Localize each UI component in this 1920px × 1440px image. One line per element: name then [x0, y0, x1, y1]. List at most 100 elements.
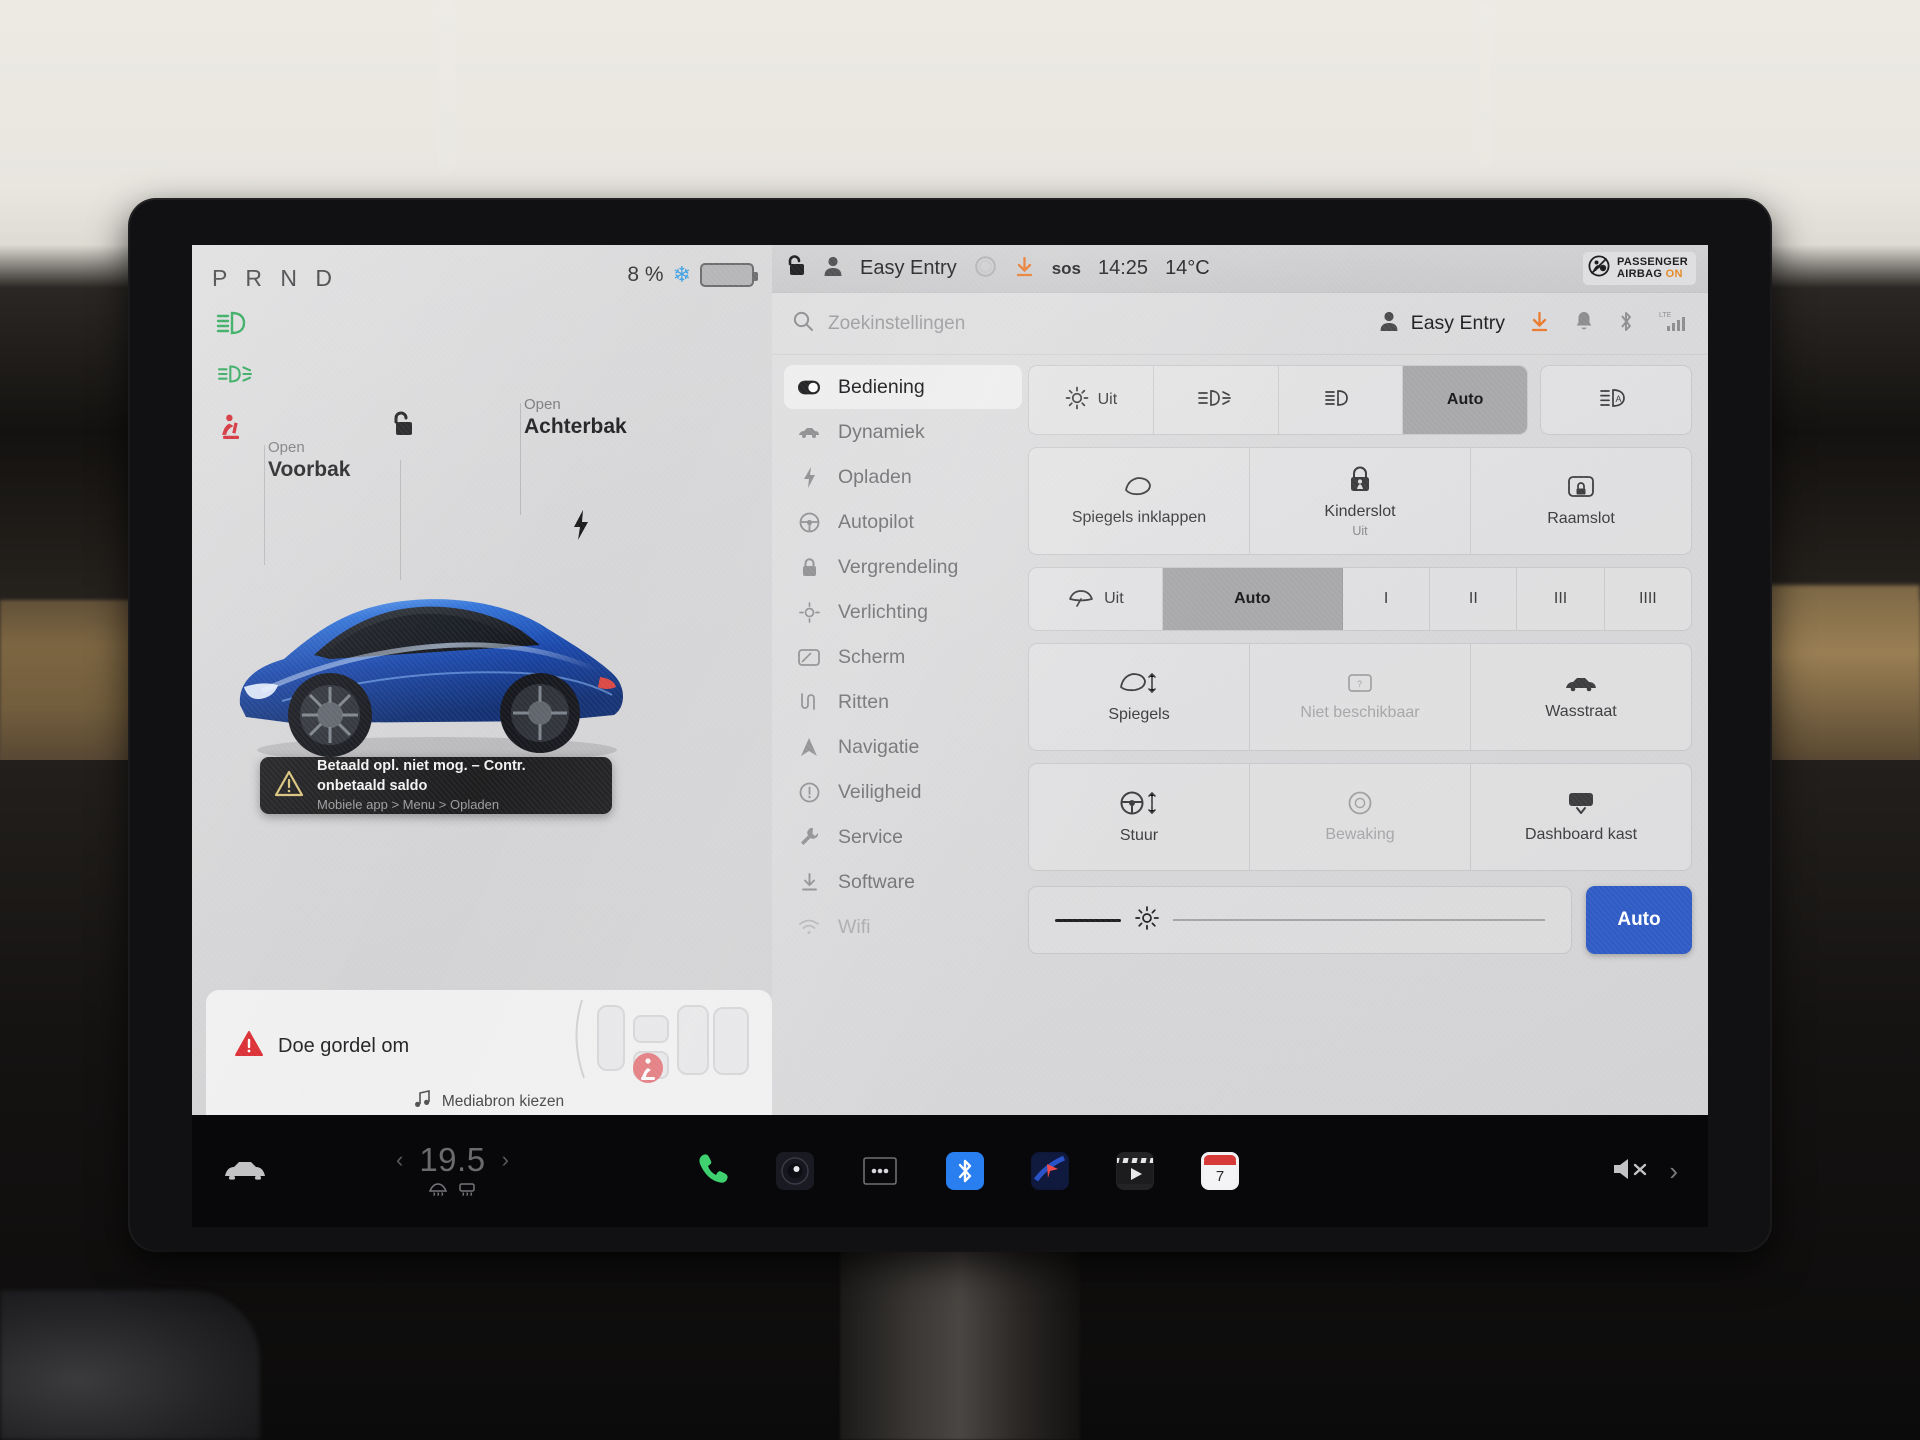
calendar-app-icon[interactable]: 7 — [1201, 1152, 1240, 1190]
settings-menu[interactable]: Bediening Dynamiek Opladen Autopilot Ver… — [772, 355, 1022, 1115]
media-player-icon[interactable] — [1116, 1152, 1155, 1190]
bell-icon[interactable] — [1574, 310, 1594, 337]
menu-item-veiligheid[interactable]: Veiligheid — [784, 770, 1022, 814]
lights-off-button[interactable]: Uit — [1029, 366, 1154, 434]
unlocked-padlock-icon[interactable] — [784, 253, 806, 284]
search-row-profile-name[interactable]: Easy Entry — [1411, 312, 1505, 335]
svg-text:LTE: LTE — [1659, 312, 1672, 319]
mirror-adjust-tile[interactable]: Spiegels — [1029, 644, 1250, 750]
trunk-leader-line — [520, 403, 521, 515]
parking-lights-button[interactable] — [1154, 366, 1279, 434]
software-download-icon[interactable] — [1014, 255, 1035, 283]
window-lock-tile[interactable]: Raamslot — [1471, 448, 1691, 554]
dock-app-row[interactable]: 7 — [695, 1152, 1240, 1191]
auto-high-beam-button[interactable]: A — [1540, 365, 1692, 435]
charging-warning-toast[interactable]: Betaald opl. niet mog. – Contr. onbetaal… — [260, 757, 612, 814]
trunk-hotspot-main: Achterbak — [524, 414, 627, 438]
frunk-hotspot-label[interactable]: Open Voorbak — [268, 439, 350, 483]
steering-sentry-glovebox-group[interactable]: Stuur Bewaking Dashboard kast — [1028, 763, 1692, 871]
auto-high-beam-cell[interactable]: A — [1541, 366, 1691, 434]
rear-defrost-icon[interactable] — [457, 1181, 477, 1201]
menu-label: Opladen — [838, 465, 912, 488]
chevron-right-icon[interactable]: › — [502, 1147, 509, 1173]
wipers-speed-1-button[interactable]: I — [1343, 568, 1431, 630]
wipers-speed-2-button[interactable]: II — [1430, 568, 1518, 630]
lights-auto-button[interactable]: Auto — [1403, 366, 1527, 434]
menu-item-service[interactable]: Service — [784, 815, 1022, 859]
glovebox-tile[interactable]: Dashboard kast — [1471, 764, 1691, 870]
low-beam-button[interactable] — [1279, 366, 1404, 434]
sun-off-icon — [1065, 386, 1089, 415]
volume-controls[interactable]: › — [1611, 1155, 1678, 1188]
front-defrost-icon[interactable] — [428, 1181, 448, 1201]
wipers-speed-4-button[interactable]: IIII — [1605, 568, 1691, 630]
tesla-touchscreen[interactable]: P R N D 8 % ❄ Open Voorbak Open Achterba… — [192, 245, 1708, 1115]
wiper-mode-group[interactable]: Uit Auto I II III IIII — [1028, 567, 1692, 631]
camera-lens-icon[interactable] — [776, 1152, 815, 1190]
menu-label: Autopilot — [838, 510, 914, 533]
brightness-auto-button[interactable]: Auto — [1586, 886, 1692, 954]
car-wash-tile[interactable]: Wasstraat — [1471, 644, 1691, 750]
menu-item-navigatie[interactable]: Navigatie — [784, 725, 1022, 769]
seatbelt-warning-card[interactable]: Doe gordel om Mediabron kiezen — [206, 990, 772, 1115]
unavailable-label: Niet beschikbaar — [1300, 704, 1420, 721]
more-apps-icon[interactable] — [861, 1152, 899, 1190]
menu-item-bediening[interactable]: Bediening — [784, 365, 1022, 409]
lte-signal-icon[interactable]: LTE — [1658, 309, 1688, 338]
menu-item-opladen[interactable]: Opladen — [784, 455, 1022, 499]
trunk-hotspot-label[interactable]: Open Achterbak — [524, 396, 627, 440]
climate-temperature[interactable]: ‹ 19.5 › — [396, 1141, 509, 1201]
brightness-slider[interactable] — [1028, 886, 1572, 954]
mirrors-locks-group[interactable]: Spiegels inklappen Kinderslot Uit Raamsl… — [1028, 447, 1692, 555]
svg-text:?: ? — [1357, 679, 1362, 689]
search-input[interactable]: Zoekinstellingen — [828, 313, 965, 335]
seatbelt-indicator-icon — [214, 411, 256, 443]
navigation-app-icon[interactable] — [1031, 1152, 1070, 1190]
screen-mount-stalk — [840, 1240, 1080, 1440]
wrench-icon — [798, 827, 820, 847]
battery-status[interactable]: 8 % ❄ — [627, 263, 758, 287]
phone-icon[interactable] — [695, 1152, 729, 1191]
menu-item-software[interactable]: Software — [784, 860, 1022, 904]
menu-item-vergrendeling[interactable]: Vergrendeling — [784, 545, 1022, 589]
steering-adjust-tile[interactable]: Stuur — [1029, 764, 1250, 870]
unlocked-padlock-icon[interactable] — [388, 409, 414, 446]
person-icon[interactable] — [1379, 310, 1399, 337]
top-bar-profile-name[interactable]: Easy Entry — [860, 257, 957, 280]
volume-chevron-right-icon[interactable]: › — [1669, 1156, 1678, 1187]
wipers-speed-4-label: IIII — [1638, 590, 1657, 607]
menu-item-autopilot[interactable]: Autopilot — [784, 500, 1022, 544]
menu-label: Service — [838, 825, 904, 848]
car-front-icon[interactable] — [222, 1154, 268, 1189]
bluetooth-icon[interactable] — [1618, 310, 1634, 338]
menu-item-wifi[interactable]: Wifi — [784, 905, 1022, 949]
airbag-status: ON — [1665, 267, 1683, 280]
menu-item-verlichting[interactable]: Verlichting — [784, 590, 1022, 634]
person-icon[interactable] — [823, 255, 843, 282]
menu-item-scherm[interactable]: Scherm — [784, 635, 1022, 679]
svg-text:A: A — [1616, 394, 1622, 404]
mirrors-carwash-group[interactable]: Spiegels ? Niet beschikbaar Wasstraat — [1028, 643, 1692, 751]
search-icon[interactable] — [792, 310, 814, 337]
brightness-sun-icon[interactable] — [1134, 905, 1160, 936]
volume-mute-icon[interactable] — [1611, 1155, 1651, 1188]
brightness-remaining-track[interactable] — [1173, 919, 1545, 921]
fold-mirrors-tile[interactable]: Spiegels inklappen — [1029, 448, 1250, 554]
airbag-line2: AIRBAG — [1617, 267, 1663, 280]
child-lock-tile[interactable]: Kinderslot Uit — [1250, 448, 1471, 554]
headlight-mode-group[interactable]: Uit Auto — [1028, 365, 1528, 435]
wipers-speed-3-button[interactable]: III — [1517, 568, 1605, 630]
media-source-bar[interactable]: Mediabron kiezen — [206, 1090, 772, 1113]
chevron-left-icon[interactable]: ‹ — [396, 1147, 403, 1173]
steering-ring-icon[interactable] — [974, 255, 997, 283]
wipers-off-button[interactable]: Uit — [1029, 568, 1163, 630]
vehicle-render[interactable] — [222, 545, 642, 775]
toast-title: Betaald opl. niet mog. – Contr. onbetaal… — [317, 758, 526, 794]
menu-item-dynamiek[interactable]: Dynamiek — [784, 410, 1022, 454]
wifi-icon — [798, 919, 820, 935]
software-download-icon[interactable] — [1529, 310, 1550, 338]
bluetooth-app-icon[interactable] — [946, 1152, 985, 1190]
wipers-auto-button[interactable]: Auto — [1162, 568, 1343, 630]
menu-item-ritten[interactable]: Ritten — [784, 680, 1022, 724]
sos-button[interactable]: sos — [1052, 259, 1081, 279]
